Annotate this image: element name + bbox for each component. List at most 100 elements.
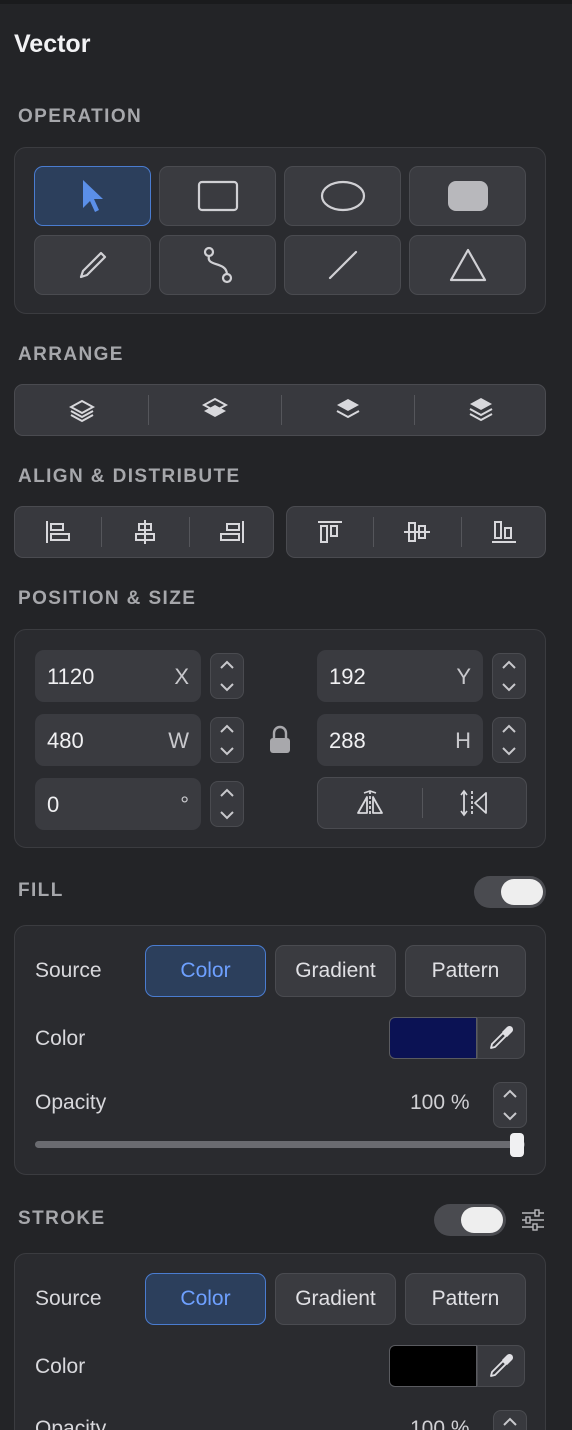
chevron-up-icon	[220, 724, 234, 733]
h-stepper[interactable]	[492, 717, 526, 763]
fill-opacity-slider-thumb[interactable]	[510, 1133, 524, 1157]
flip-horizontal-button[interactable]	[318, 778, 422, 828]
x-value: 1120	[47, 664, 95, 689]
flip-vertical-button[interactable]	[422, 778, 526, 828]
rotation-unit: °	[180, 792, 189, 817]
w-stepper[interactable]	[210, 717, 244, 763]
tool-select-button[interactable]	[34, 166, 151, 226]
stroke-source-pattern-button[interactable]: Pattern	[405, 1273, 526, 1325]
rotation-stepper[interactable]	[210, 781, 244, 827]
fill-opacity-decrement[interactable]	[494, 1105, 526, 1127]
h-value: 288	[329, 728, 366, 753]
chevron-down-icon	[220, 811, 234, 820]
stroke-source-gradient-button[interactable]: Gradient	[275, 1273, 396, 1325]
bring-forward-icon	[201, 397, 228, 417]
send-to-back-button[interactable]	[414, 385, 547, 435]
align-right-button[interactable]	[189, 507, 275, 557]
stroke-opacity-stepper[interactable]	[493, 1410, 527, 1430]
y-stepper[interactable]	[492, 653, 526, 699]
toggle-knob	[501, 879, 543, 905]
fill-source-color-button[interactable]: Color	[145, 945, 266, 997]
x-field[interactable]: 1120 X	[35, 650, 201, 702]
stroke-toggle[interactable]	[434, 1204, 506, 1236]
send-backward-icon	[336, 399, 359, 419]
fill-opacity-slider-track[interactable]	[35, 1141, 525, 1148]
chevron-down-icon	[502, 683, 516, 692]
tool-rectangle-button[interactable]	[159, 166, 276, 226]
stroke-color-swatch[interactable]	[389, 1345, 477, 1387]
section-label-position: POSITION & SIZE	[18, 588, 197, 609]
fill-source-label: Source	[35, 959, 102, 982]
chevron-up-icon	[502, 724, 516, 733]
align-center-horizontal-button[interactable]	[101, 507, 189, 557]
fill-color-swatch[interactable]	[389, 1017, 477, 1059]
y-field[interactable]: 192 Y	[317, 650, 483, 702]
rectangle-icon	[197, 180, 238, 212]
send-to-back-icon	[469, 398, 492, 422]
x-unit: X	[174, 664, 189, 689]
stroke-source-label: Source	[35, 1287, 102, 1310]
bring-forward-button[interactable]	[148, 385, 281, 435]
chevron-up-icon	[220, 660, 234, 669]
tool-triangle-button[interactable]	[409, 235, 526, 295]
chevron-down-icon	[220, 747, 234, 756]
stroke-opacity-increment[interactable]	[494, 1411, 526, 1430]
w-increment[interactable]	[211, 718, 243, 740]
fill-source-gradient-button[interactable]: Gradient	[275, 945, 396, 997]
x-increment[interactable]	[211, 654, 243, 676]
stroke-panel: Source Color Gradient Pattern Color Opac…	[14, 1253, 546, 1430]
stroke-source-color-button[interactable]: Color	[145, 1273, 266, 1325]
bring-to-front-button[interactable]	[15, 385, 148, 435]
w-field[interactable]: 480 W	[35, 714, 201, 766]
sliders-icon	[522, 1209, 544, 1231]
fill-opacity-label: Opacity	[35, 1091, 107, 1114]
stroke-settings-button[interactable]	[520, 1208, 546, 1232]
chevron-up-icon	[503, 1417, 517, 1426]
fill-opacity-increment[interactable]	[494, 1083, 526, 1105]
rotation-increment[interactable]	[211, 782, 243, 804]
operation-panel	[14, 147, 546, 314]
fill-toggle[interactable]	[474, 876, 546, 908]
y-value: 192	[329, 664, 366, 689]
tool-rounded-rectangle-button[interactable]	[409, 166, 526, 226]
fill-color-label: Color	[35, 1027, 86, 1050]
bring-to-front-icon	[68, 399, 95, 423]
align-center-vertical-button[interactable]	[373, 507, 461, 557]
stroke-opacity-label: Opacity	[35, 1417, 107, 1430]
w-decrement[interactable]	[211, 740, 243, 762]
tool-path-button[interactable]	[159, 235, 276, 295]
fill-panel: Source Color Gradient Pattern Color Opac…	[14, 925, 546, 1175]
h-decrement[interactable]	[493, 740, 525, 762]
stroke-opacity-value: 100 %	[410, 1417, 470, 1430]
tool-line-button[interactable]	[284, 235, 401, 295]
aspect-lock-button[interactable]	[267, 724, 293, 756]
rotation-field[interactable]: 0 °	[35, 778, 201, 830]
fill-opacity-stepper[interactable]	[493, 1082, 527, 1128]
align-bottom-button[interactable]	[461, 507, 547, 557]
w-value: 480	[47, 728, 84, 753]
tool-ellipse-button[interactable]	[284, 166, 401, 226]
send-backward-button[interactable]	[281, 385, 414, 435]
h-increment[interactable]	[493, 718, 525, 740]
x-decrement[interactable]	[211, 676, 243, 698]
x-stepper[interactable]	[210, 653, 244, 699]
y-decrement[interactable]	[493, 676, 525, 698]
tool-pencil-button[interactable]	[34, 235, 151, 295]
h-field[interactable]: 288 H	[317, 714, 483, 766]
section-label-fill: FILL	[18, 880, 64, 901]
section-label-operation: OPERATION	[18, 106, 143, 127]
chevron-up-icon	[503, 1089, 517, 1098]
y-increment[interactable]	[493, 654, 525, 676]
align-left-button[interactable]	[15, 507, 101, 557]
lock-icon	[270, 725, 290, 753]
arrange-segmented-control	[14, 384, 546, 436]
rounded-rectangle-icon	[447, 181, 488, 211]
align-top-button[interactable]	[287, 507, 373, 557]
stroke-eyedropper-button[interactable]	[477, 1345, 525, 1387]
fill-source-pattern-button[interactable]: Pattern	[405, 945, 526, 997]
position-size-panel: 1120 X 192 Y 480 W 288 H 0 °	[14, 629, 546, 848]
toggle-knob	[461, 1207, 503, 1233]
eyedropper-icon	[490, 1353, 514, 1377]
rotation-decrement[interactable]	[211, 804, 243, 826]
fill-eyedropper-button[interactable]	[477, 1017, 525, 1059]
